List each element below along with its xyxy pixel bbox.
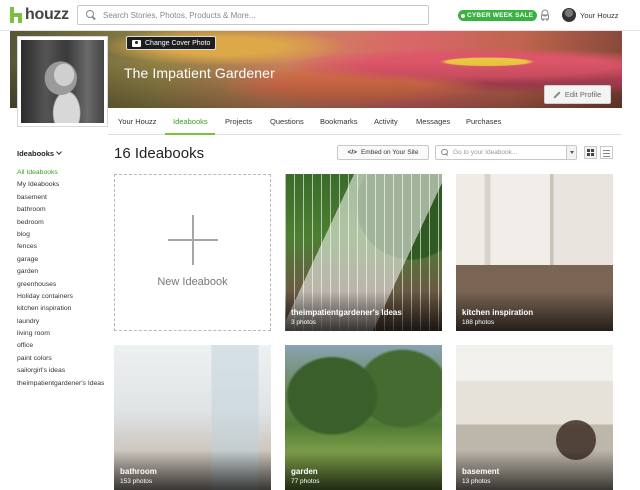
houzz-logo-icon	[10, 7, 22, 23]
sidebar-item-laundry[interactable]: laundry	[17, 316, 104, 328]
profile-avatar	[17, 36, 108, 127]
sidebar-item-bathroom[interactable]: bathroom	[17, 204, 104, 216]
page-title: 16 Ideabooks	[114, 145, 205, 162]
ideabook-card-basement[interactable]: basement 13 photos	[456, 345, 613, 490]
sidebar-item-my-ideabooks[interactable]: My Ideabooks	[17, 179, 104, 191]
cyber-week-sale-badge[interactable]: CYBER WEEK SALE	[458, 10, 538, 21]
search-icon	[441, 148, 449, 157]
sidebar-item-office[interactable]: office	[17, 340, 104, 352]
profile-nav: Your Houzz Ideabooks Projects Questions …	[108, 108, 622, 135]
tab-activity[interactable]: Activity	[374, 117, 398, 126]
logo-text: houzz	[25, 6, 69, 23]
embed-on-site-button[interactable]: </> Embed on Your Site	[337, 145, 429, 160]
sidebar-item-garage[interactable]: garage	[17, 254, 104, 266]
edit-profile-label: Edit Profile	[564, 90, 602, 99]
sidebar-item-garden[interactable]: garden	[17, 266, 104, 278]
list-view-icon[interactable]	[600, 146, 613, 159]
sidebar-item-blog[interactable]: blog	[17, 229, 104, 241]
profile-name: The Impatient Gardener	[124, 65, 275, 81]
ideabook-card-garden[interactable]: garden 77 photos	[285, 345, 442, 490]
tab-your-houzz[interactable]: Your Houzz	[118, 117, 157, 126]
dropdown-arrow-icon[interactable]	[566, 146, 576, 159]
ideabook-card-title: kitchen inspiration	[462, 308, 534, 317]
ideabook-list: All Ideabooks My Ideabooks basement bath…	[17, 167, 104, 390]
sidebar-item-fences[interactable]: fences	[17, 241, 104, 253]
change-cover-label: Change Cover Photo	[145, 39, 211, 47]
sidebar-item-sailorgirls-ideas[interactable]: sailorgirl's ideas	[17, 365, 104, 377]
sidebar-item-paint-colors[interactable]: paint colors	[17, 353, 104, 365]
tab-purchases[interactable]: Purchases	[466, 117, 501, 126]
plus-icon	[168, 215, 218, 265]
edit-profile-button[interactable]: Edit Profile	[544, 85, 611, 104]
search-input[interactable]	[103, 10, 423, 20]
sidebar-item-holiday-containers[interactable]: Holiday containers	[17, 291, 104, 303]
cart-icon[interactable]	[539, 9, 551, 21]
sidebar-item-kitchen-inspiration[interactable]: kitchen inspiration	[17, 303, 104, 315]
embed-label: Embed on Your Site	[360, 149, 419, 156]
pencil-icon	[554, 91, 561, 98]
ideabook-card-count: 153 photos	[120, 478, 153, 485]
goto-ideabook-select[interactable]	[435, 145, 577, 160]
sidebar-item-living-room[interactable]: living room	[17, 328, 104, 340]
sidebar-item-bedroom[interactable]: bedroom	[17, 217, 104, 229]
camera-icon	[132, 39, 141, 47]
ideabook-card-title: garden	[291, 467, 318, 476]
sidebar-heading: Ideabooks	[17, 149, 55, 158]
user-avatar[interactable]	[562, 8, 576, 22]
ideabook-card-count: 188 photos	[462, 319, 495, 326]
search-box[interactable]	[77, 5, 429, 25]
ideabook-card-kitchen-inspiration[interactable]: kitchen inspiration 188 photos	[456, 174, 613, 331]
top-bar: houzz CYBER WEEK SALE Your Houzz	[0, 0, 640, 31]
ideabook-card-count: 3 photos	[291, 319, 316, 326]
sidebar-item-all-ideabooks[interactable]: All Ideabooks	[17, 167, 104, 179]
search-icon	[86, 10, 96, 20]
ideabooks-filter-dropdown[interactable]: Ideabooks	[17, 149, 62, 158]
chevron-down-icon	[56, 149, 62, 155]
ideabook-card-title: bathroom	[120, 467, 157, 476]
profile-photo	[21, 40, 104, 123]
houzz-logo[interactable]: houzz	[10, 6, 69, 24]
tab-ideabooks[interactable]: Ideabooks	[173, 117, 208, 126]
code-icon: </>	[347, 149, 357, 156]
tab-messages[interactable]: Messages	[416, 117, 450, 126]
sidebar-item-basement[interactable]: basement	[17, 192, 104, 204]
ideabook-card-count: 77 photos	[291, 478, 320, 485]
tab-bookmarks[interactable]: Bookmarks	[320, 117, 358, 126]
your-houzz-link[interactable]: Your Houzz	[580, 11, 619, 20]
ideabook-card-count: 13 photos	[462, 478, 491, 485]
new-ideabook-card[interactable]: New Ideabook	[114, 174, 271, 331]
ideabook-card-title: basement	[462, 467, 500, 476]
goto-ideabook-input[interactable]	[453, 149, 565, 156]
change-cover-photo-button[interactable]: Change Cover Photo	[126, 36, 217, 50]
grid-view-icon[interactable]	[584, 146, 597, 159]
new-ideabook-label: New Ideabook	[157, 276, 228, 288]
ideabook-card-theimpatientgardeners-ideas[interactable]: theimpatientgardener's Ideas 3 photos	[285, 174, 442, 331]
sidebar-item-greenhouses[interactable]: greenhouses	[17, 279, 104, 291]
active-tab-underline	[165, 133, 215, 135]
ideabook-card-bathroom[interactable]: bathroom 153 photos	[114, 345, 271, 490]
tab-questions[interactable]: Questions	[270, 117, 304, 126]
sidebar-item-theimpatientgardeners-ideas[interactable]: theimpatientgardener's Ideas	[17, 378, 104, 390]
ideabook-card-title: theimpatientgardener's Ideas	[291, 308, 402, 317]
tab-projects[interactable]: Projects	[225, 117, 252, 126]
